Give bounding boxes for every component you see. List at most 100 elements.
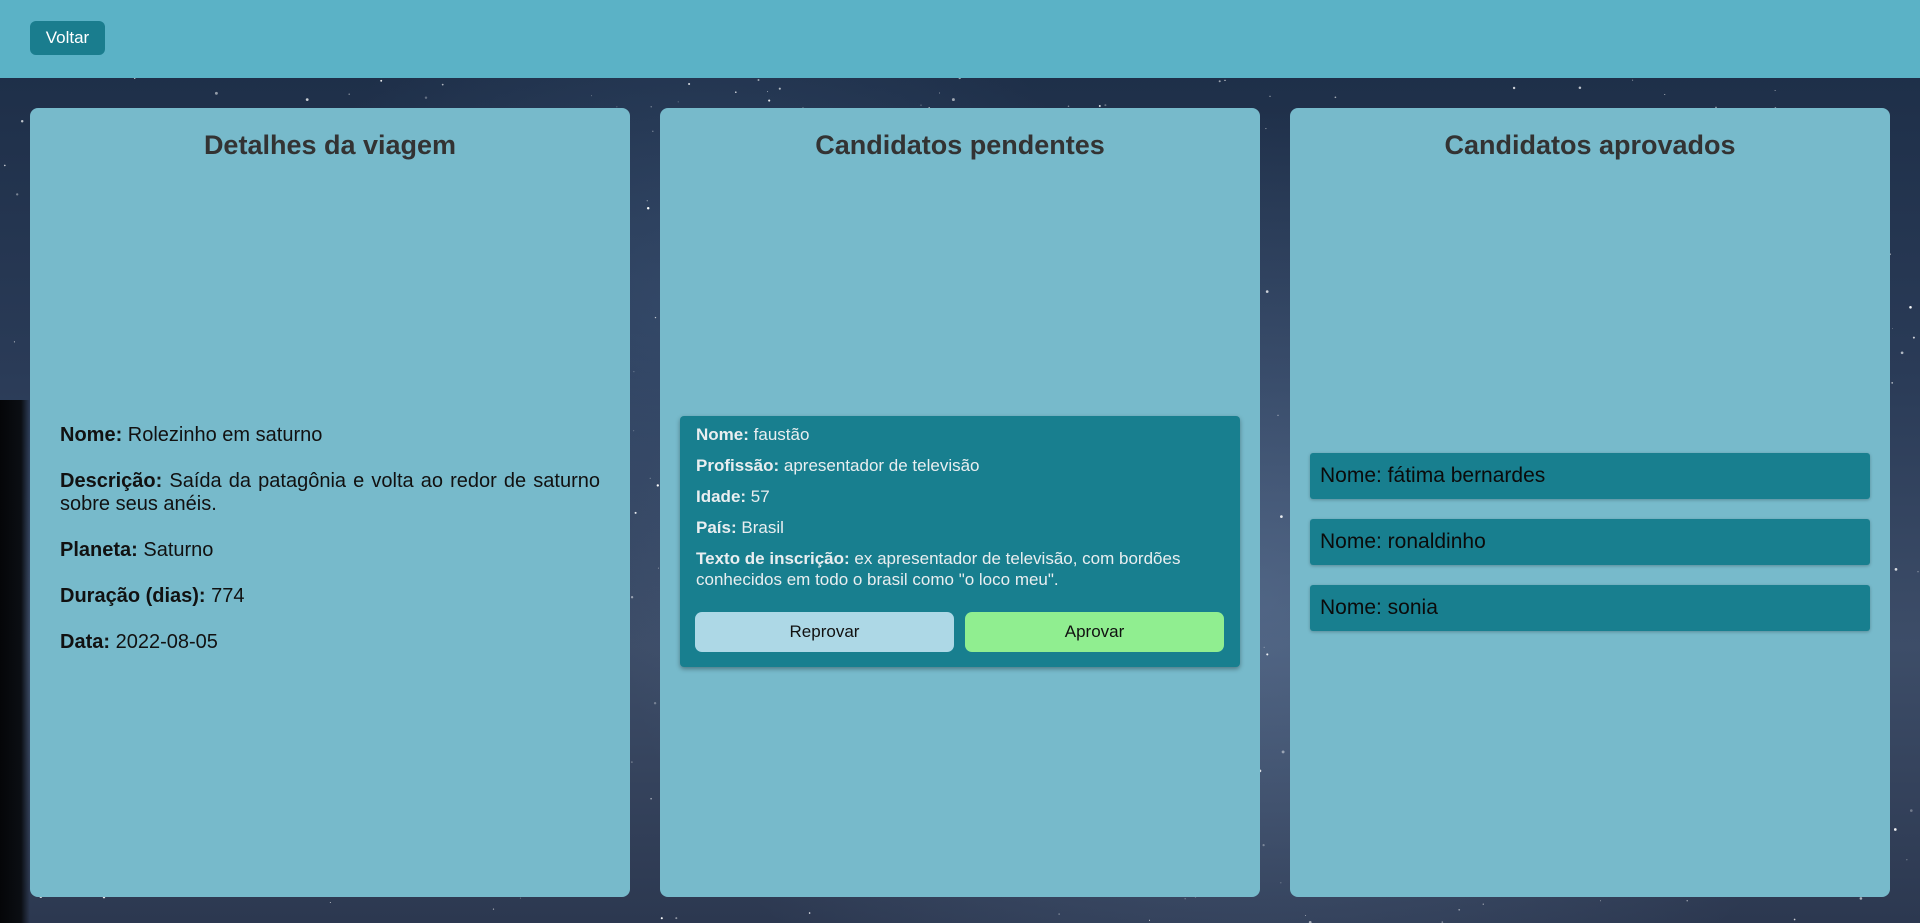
star [1149, 919, 1150, 921]
approved-item: Nome: fátima bernardes [1310, 453, 1870, 499]
star [329, 902, 331, 903]
star [13, 341, 15, 343]
star [1269, 95, 1271, 97]
star [660, 917, 663, 920]
star [656, 484, 659, 487]
star [1793, 918, 1796, 921]
approved-item: Nome: ronaldinho [1310, 519, 1870, 565]
pending-candidates-panel: Candidatos pendentes Nome: faustão Profi… [660, 108, 1260, 897]
star [1262, 844, 1265, 847]
star [1774, 90, 1776, 91]
star [675, 917, 678, 920]
star [1909, 809, 1913, 812]
star [1218, 80, 1221, 83]
approved-item: Nome: sonia [1310, 585, 1870, 631]
star [1686, 899, 1688, 902]
star [380, 79, 383, 82]
star [951, 98, 955, 102]
star [3, 164, 6, 167]
star [1104, 104, 1107, 107]
star [1280, 515, 1283, 518]
star [633, 430, 635, 432]
star [348, 93, 350, 95]
star [920, 104, 922, 106]
star [646, 199, 649, 202]
candidate-profession: Profissão: apresentador de televisão [696, 456, 980, 475]
star [1265, 290, 1269, 293]
star [757, 79, 760, 81]
star [1859, 897, 1863, 900]
star [591, 95, 592, 97]
approve-button[interactable]: Aprovar [965, 612, 1224, 652]
pending-candidates-title: Candidatos pendentes [815, 130, 1105, 160]
star [1578, 86, 1582, 90]
candidate-country: País: Brasil [696, 518, 784, 537]
star [1266, 653, 1269, 656]
star [1265, 128, 1267, 130]
star [652, 130, 654, 133]
star [1058, 913, 1060, 915]
star [305, 98, 309, 101]
star [650, 797, 652, 800]
star [634, 511, 637, 514]
star [1334, 96, 1337, 99]
star [631, 761, 633, 763]
star [1900, 351, 1904, 355]
star [633, 371, 635, 373]
candidate-age: Idade: 57 [696, 487, 770, 506]
star [1912, 336, 1915, 339]
star [424, 96, 428, 99]
star [1632, 79, 1634, 81]
star [1224, 79, 1226, 82]
star [630, 596, 634, 599]
star [20, 119, 24, 123]
star [1458, 908, 1461, 911]
star [1512, 86, 1516, 90]
star [1600, 900, 1601, 902]
star [1281, 750, 1285, 754]
star [938, 92, 941, 94]
star [808, 912, 811, 914]
star [654, 316, 657, 319]
star [657, 567, 659, 569]
trip-name: Nome: Rolezinho em saturno [60, 424, 323, 446]
star [768, 99, 771, 102]
star [688, 82, 691, 86]
star [1891, 382, 1894, 384]
star [1917, 570, 1919, 573]
approved-candidates-panel: Candidatos aprovados Nome: fátima bernar… [1290, 108, 1890, 897]
trip-details-title: Detalhes da viagem [203, 130, 457, 160]
star [519, 897, 521, 899]
star [646, 207, 650, 210]
star [1892, 327, 1893, 329]
star [1906, 859, 1908, 861]
trip-date: Data: 2022-08-05 [60, 631, 218, 653]
star [1664, 94, 1666, 96]
trip-description: Descrição: Saída da patagônia e volta ao… [60, 470, 600, 515]
star [735, 91, 737, 93]
star [1909, 306, 1912, 309]
star [767, 91, 769, 93]
trip-details-panel: Detalhes da viagem Nome: Rolezinho em sa… [30, 108, 630, 897]
star [492, 908, 495, 910]
star [1263, 646, 1265, 649]
star [1280, 882, 1282, 884]
star [1067, 105, 1070, 107]
approved-candidates-title: Candidatos aprovados [1444, 130, 1736, 160]
star [649, 477, 651, 479]
back-button[interactable]: Voltar [30, 21, 105, 55]
trip-details-list: Nome: Rolezinho em saturno Descrição: Sa… [60, 424, 600, 677]
trip-planet: Planeta: Saturno [60, 539, 214, 561]
star [1184, 898, 1186, 900]
star [1482, 903, 1484, 905]
star [1098, 105, 1101, 107]
star [1277, 414, 1279, 416]
star [16, 193, 19, 196]
candidate-application-text: Texto de inscrição: ex apresentador de t… [696, 549, 1181, 589]
reject-button[interactable]: Reprovar [695, 612, 954, 652]
star [677, 101, 679, 103]
candidate-card: Nome: faustão Profissão: apresentador de… [680, 416, 1240, 667]
star [650, 106, 652, 108]
star [653, 702, 657, 705]
star [214, 91, 218, 95]
